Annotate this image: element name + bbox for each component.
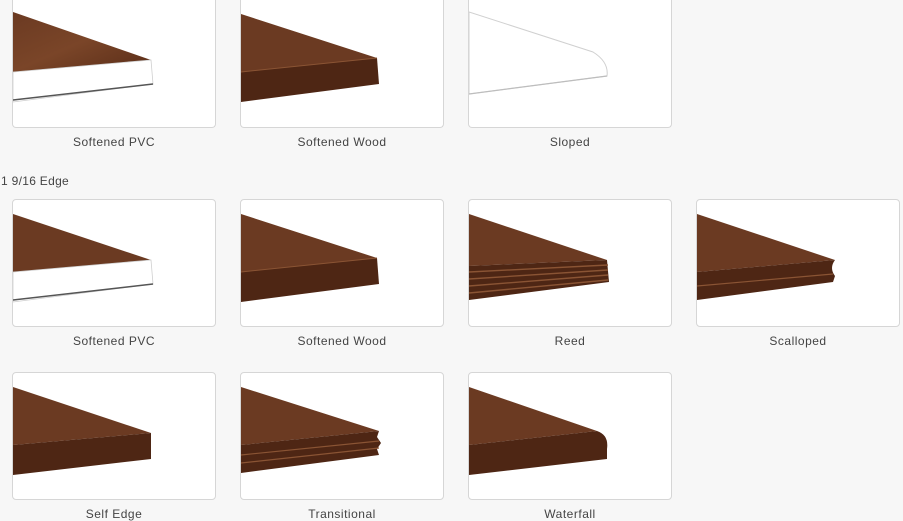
- edge-option-sloped-card[interactable]: [468, 0, 672, 128]
- edge-option-label: Softened PVC: [72, 334, 156, 348]
- softened-wood-edge-image: [241, 14, 379, 102]
- edge-option-softened-wood-card[interactable]: [240, 199, 444, 327]
- edge-profile-gallery: Softened PVC Softened Wood Sloped 1 9/16…: [0, 0, 903, 521]
- reed-edge-image: [469, 214, 609, 300]
- edge-option-softened-wood-card[interactable]: [240, 0, 444, 128]
- edge-option-self-edge-card[interactable]: [12, 372, 216, 500]
- edge-option-label: Waterfall: [544, 507, 596, 521]
- edge-option-reed-card[interactable]: [468, 199, 672, 327]
- edge-option-label: Softened Wood: [297, 135, 387, 149]
- edge-option-softened-pvc-card[interactable]: [12, 0, 216, 128]
- edge-option-label: Self Edge: [85, 507, 143, 521]
- edge-option-waterfall-card[interactable]: [468, 372, 672, 500]
- edge-option-label: Softened Wood: [297, 334, 387, 348]
- edge-option-label: Transitional: [308, 507, 376, 521]
- edge-option-scalloped-card[interactable]: [696, 199, 900, 327]
- edge-option-label: Reed: [554, 334, 586, 348]
- edge-option-transitional-card[interactable]: [240, 372, 444, 500]
- softened-pvc-edge-image: [13, 12, 154, 103]
- softened-pvc-edge-image: [13, 214, 154, 303]
- edge-option-label: Softened PVC: [72, 135, 156, 149]
- scalloped-edge-image: [697, 214, 835, 300]
- softened-wood-edge-image: [241, 214, 379, 302]
- edge-option-label: Sloped: [549, 135, 591, 149]
- transitional-edge-image: [241, 387, 381, 473]
- waterfall-edge-image: [469, 387, 608, 475]
- edge-option-softened-pvc-card[interactable]: [12, 199, 216, 327]
- section-title: 1 9/16 Edge: [1, 174, 70, 188]
- sloped-edge-image: [469, 11, 608, 95]
- self-edge-image: [13, 387, 151, 475]
- edge-option-label: Scalloped: [769, 334, 827, 348]
